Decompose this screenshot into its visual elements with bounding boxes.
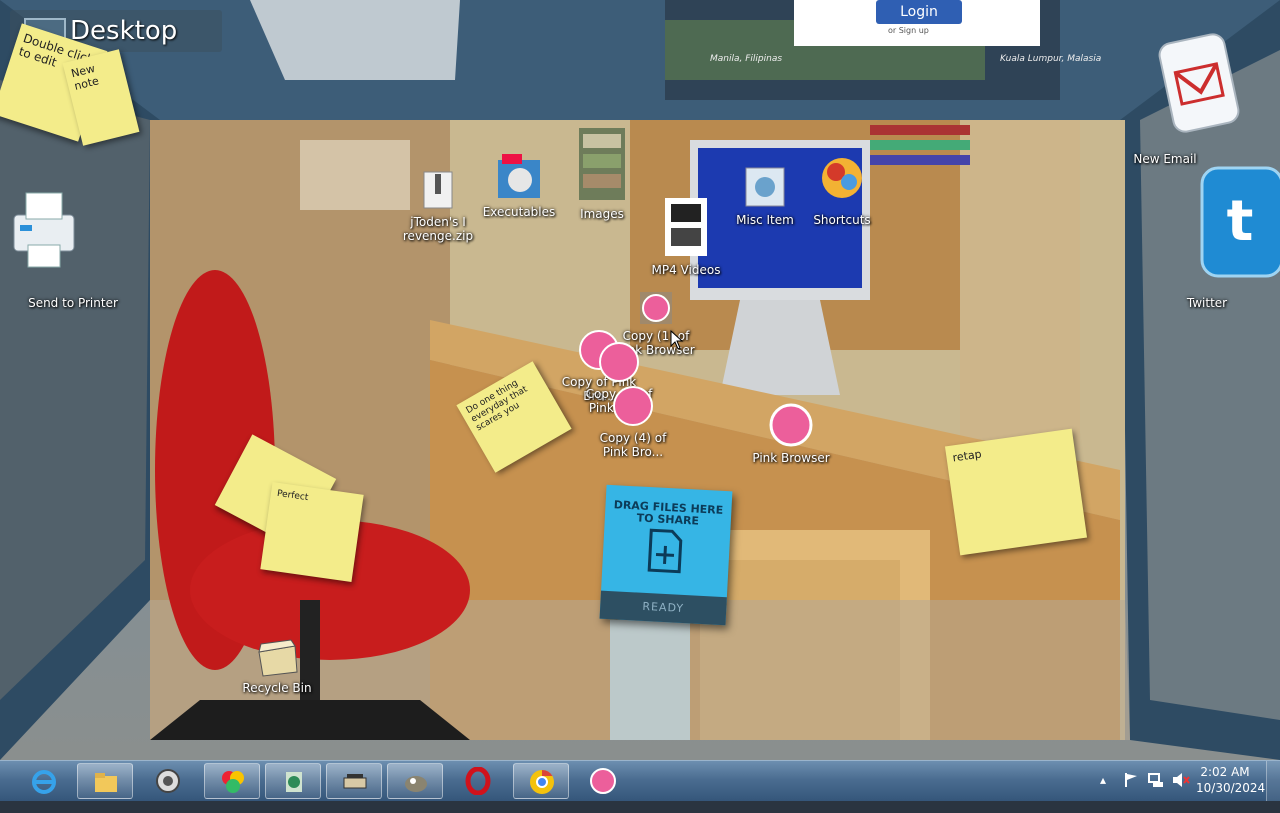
taskbar-colorful-app[interactable] — [204, 763, 260, 799]
recycle-bin-item[interactable]: Recycle Bin — [232, 638, 322, 695]
desktop-icon-label: Copy (4) of Pink Bro... — [599, 431, 667, 459]
recycle-bin-icon — [255, 638, 299, 678]
desktop-icon-label: Executables — [482, 205, 556, 219]
taskbar-file-explorer[interactable] — [77, 763, 133, 799]
misc-folder-icon — [742, 164, 788, 210]
taskbar-pink-browser[interactable] — [575, 763, 631, 799]
desktop-3d-room: Login or Sign up Manila, Filipinas Kuala… — [0, 0, 1280, 760]
clock-time: 2:02 AM — [1200, 765, 1250, 779]
twitter-icon[interactable]: t — [1196, 162, 1280, 282]
sticky-note[interactable]: Perfect — [260, 482, 364, 582]
system-clock[interactable]: 2:02 AM 10/30/2024 — [1196, 764, 1266, 796]
city-caption: Kuala Lumpur, Malasia — [1000, 54, 1102, 64]
show-hidden-icons-icon[interactable]: ▴ — [1100, 773, 1106, 813]
login-card: Login or Sign up — [794, 0, 1040, 46]
taskbar-scanner-app[interactable] — [326, 763, 382, 799]
images-folder-item[interactable]: Images — [557, 124, 647, 221]
executables-folder-item[interactable]: Executables — [474, 150, 564, 219]
drag-drop-share-zone[interactable]: DRAG FILES HERE TO SHARE READY — [599, 484, 733, 626]
add-file-icon — [646, 527, 685, 579]
network-icon — [280, 768, 308, 796]
printer-icon[interactable] — [6, 185, 82, 275]
taskbar-chrome[interactable] — [513, 763, 569, 799]
network-icon[interactable] — [1148, 772, 1164, 812]
taskbar: ▴ 2:02 AM 10/30/2024 — [0, 760, 1280, 801]
folder-icon — [92, 768, 120, 796]
desktop-icon-label: jToden's I revenge.zip — [402, 215, 474, 243]
desktop-icon-label: MP4 Videos — [651, 263, 721, 277]
shortcuts-folder-icon — [816, 152, 868, 210]
twitter-label[interactable]: Twitter — [1152, 296, 1262, 310]
scanner-icon — [341, 768, 369, 796]
action-center-flag-icon[interactable] — [1124, 772, 1138, 812]
pink-browser-icon — [636, 292, 676, 326]
login-button[interactable]: Login — [876, 0, 962, 24]
gimp-icon — [402, 768, 430, 796]
volume-muted-icon[interactable] — [1172, 772, 1190, 812]
shortcuts-item[interactable]: Shortcuts — [797, 152, 887, 227]
video-folder-icon — [661, 194, 711, 260]
ie-icon — [30, 767, 58, 795]
pink-browser-icon — [589, 767, 617, 795]
app-icon — [219, 768, 247, 796]
svg-text:t: t — [1227, 189, 1254, 254]
mouse-cursor-icon — [670, 329, 684, 354]
taskbar-opera[interactable] — [450, 763, 506, 799]
copy4-pink-browser-item[interactable]: Copy (4) of Pink Bro... — [588, 384, 678, 459]
zip-file-icon-item[interactable]: jToden's I revenge.zip — [393, 168, 483, 243]
clock-date: 10/30/2024 — [1196, 781, 1266, 795]
pink-browser-item[interactable]: Pink Browser — [746, 402, 836, 465]
desktop-icon-label: Shortcuts — [813, 213, 871, 227]
show-desktop-button[interactable] — [1266, 761, 1280, 801]
opera-icon — [464, 766, 492, 796]
mp4-videos-item[interactable]: MP4 Videos — [641, 194, 731, 277]
desktop-icon-label: Images — [580, 207, 624, 221]
city-caption: Manila, Filipinas — [710, 54, 783, 64]
dropzone-title: DRAG FILES HERE TO SHARE — [613, 498, 724, 528]
send-to-printer-label[interactable]: Send to Printer — [18, 296, 128, 310]
executables-folder-icon — [494, 150, 544, 202]
desktop-icon-label: Pink Browser — [752, 451, 830, 465]
taskbar-media-player[interactable] — [140, 763, 196, 799]
media-icon — [154, 767, 182, 795]
sticky-note[interactable]: retap — [944, 428, 1088, 556]
desktop-icon-label: Recycle Bin — [242, 681, 312, 695]
pink-browser-icon — [768, 402, 814, 448]
signup-link[interactable]: or Sign up — [888, 26, 929, 35]
pink-browser-icon — [597, 340, 641, 384]
taskbar-gimp[interactable] — [387, 763, 443, 799]
images-folder-icon — [577, 124, 627, 204]
zip-file-icon — [416, 168, 460, 212]
taskbar-internet-explorer[interactable] — [16, 763, 72, 799]
taskbar-network-app[interactable] — [265, 763, 321, 799]
chrome-icon — [528, 768, 556, 796]
pink-browser-icon — [611, 384, 655, 428]
